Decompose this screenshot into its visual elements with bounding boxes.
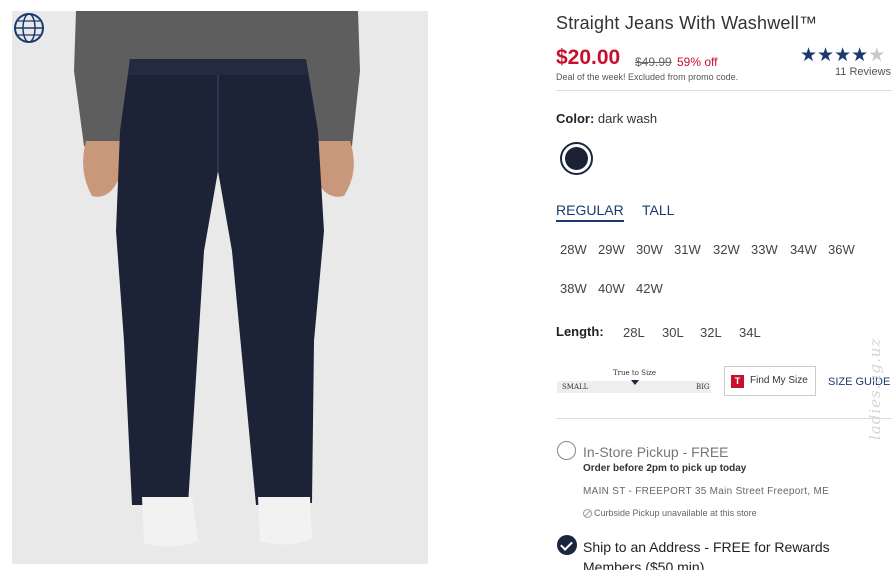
divider	[556, 418, 892, 419]
length-28l[interactable]: 28L	[623, 325, 645, 340]
size-36w[interactable]: 36W	[828, 242, 855, 257]
tab-tall[interactable]: TALL	[642, 202, 674, 218]
find-my-size-label: Find My Size	[750, 375, 808, 386]
color-label-title: Color:	[556, 111, 595, 126]
jeans-photo	[12, 11, 428, 564]
color-label: Color: dark wash	[556, 111, 657, 126]
size-32w[interactable]: 32W	[713, 242, 740, 257]
size-38w[interactable]: 38W	[560, 281, 587, 296]
divider	[556, 90, 892, 91]
pickup-note: Order before 2pm to pick up today	[583, 463, 747, 474]
reviews-link[interactable]: 11 Reviews	[835, 66, 891, 78]
tab-regular[interactable]: REGULAR	[556, 202, 624, 222]
pickup-radio[interactable]	[557, 441, 576, 460]
star-icon: ★	[851, 45, 869, 66]
size-31w[interactable]: 31W	[674, 242, 701, 257]
curbside-status: Curbside Pickup unavailable at this stor…	[594, 508, 757, 518]
color-value: dark wash	[597, 111, 658, 126]
length-34l[interactable]: 34L	[739, 325, 761, 340]
deal-note: Deal of the week! Excluded from promo co…	[556, 72, 739, 82]
length-30l[interactable]: 30L	[662, 325, 684, 340]
fit-meter-label: True to Size	[613, 369, 657, 377]
size-30w[interactable]: 30W	[636, 242, 663, 257]
color-swatch-dark-wash[interactable]	[560, 142, 593, 175]
size-33w[interactable]: 33W	[751, 242, 778, 257]
fit-min-label: SMALL	[562, 383, 589, 391]
length-32l[interactable]: 32L	[700, 325, 722, 340]
star-empty-icon: ★	[868, 45, 886, 66]
star-icon: ★	[834, 45, 852, 66]
find-my-size-button[interactable]: T Find My Size	[724, 366, 816, 396]
length-label: Length:	[556, 324, 604, 339]
size-40w[interactable]: 40W	[598, 281, 625, 296]
star-icon: ★	[800, 45, 818, 66]
size-29w[interactable]: 29W	[598, 242, 625, 257]
star-icon: ★	[817, 45, 835, 66]
size-34w[interactable]: 34W	[790, 242, 817, 257]
fit-max-label: BIG	[696, 383, 710, 391]
discount-label: 59% off	[677, 55, 718, 69]
sale-price: $20.00	[556, 46, 621, 69]
pickup-title[interactable]: In-Store Pickup - FREE	[583, 444, 729, 460]
size-42w[interactable]: 42W	[636, 281, 663, 296]
true-fit-logo-icon: T	[731, 375, 744, 388]
store-address[interactable]: MAIN ST - FREEPORT 35 Main Street Freepo…	[583, 486, 829, 497]
fit-meter: True to Size SMALL BIG	[557, 368, 711, 394]
swatch-fill	[565, 147, 588, 170]
product-image[interactable]	[12, 11, 428, 564]
unavailable-icon	[583, 509, 592, 518]
ship-checked-icon[interactable]	[557, 535, 577, 555]
watermark: ladies.ag.uz	[866, 337, 884, 440]
size-28w[interactable]: 28W	[560, 242, 587, 257]
ship-to-address-label[interactable]: Ship to an Address - FREE for Rewards Me…	[583, 537, 863, 570]
product-info: Straight Jeans With Washwell™ $20.00 $49…	[556, 0, 892, 570]
original-price: $49.99	[635, 55, 672, 69]
product-title: Straight Jeans With Washwell™	[556, 13, 818, 33]
globe-icon[interactable]	[12, 11, 46, 45]
fit-caret-icon	[631, 380, 639, 385]
rating-stars[interactable]: ★★★★★	[800, 44, 885, 67]
